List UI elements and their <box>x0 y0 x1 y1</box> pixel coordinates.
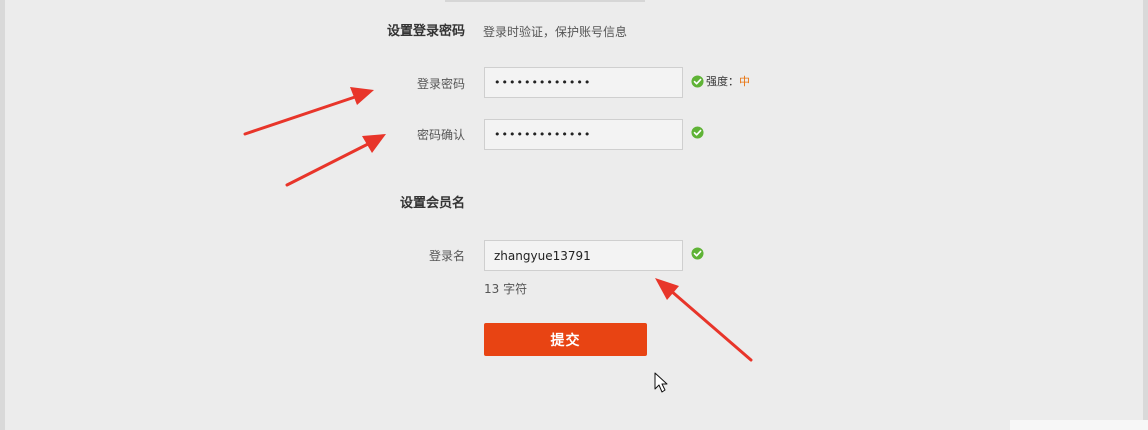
mouse-cursor-icon <box>654 372 668 393</box>
annotation-arrow-icon <box>655 278 753 362</box>
annotation-arrow-icon <box>243 87 374 136</box>
annotation-arrow-icon <box>285 134 386 187</box>
annotation-overlay <box>243 87 753 393</box>
